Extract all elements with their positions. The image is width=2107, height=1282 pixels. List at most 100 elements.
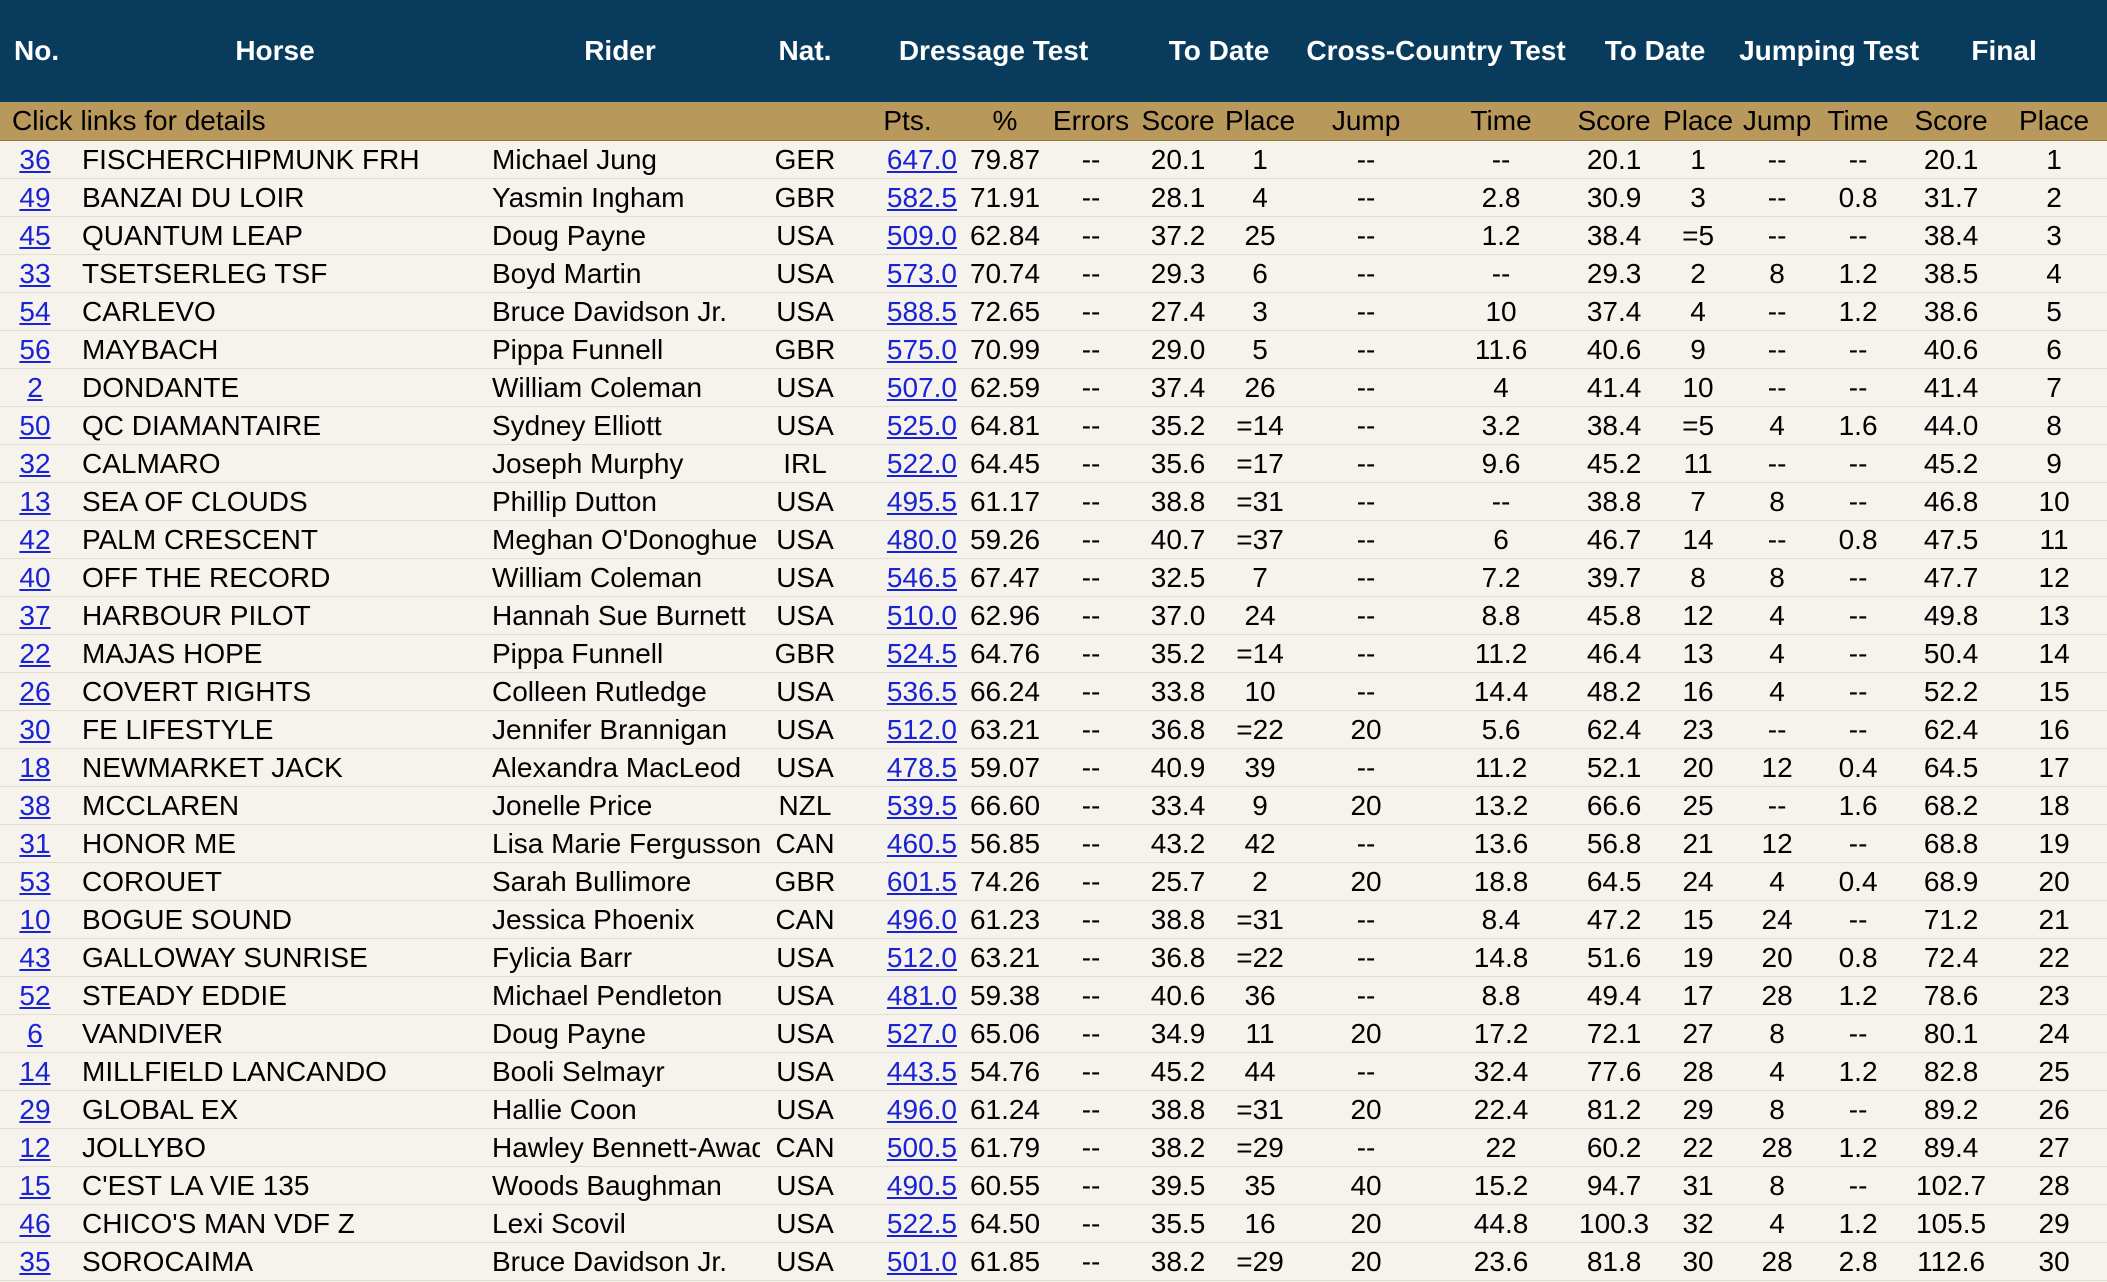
table-row: 22 MAJAS HOPE Pippa Funnell GBR 524.5 64.76 --…	[0, 634, 2107, 673]
entry-link[interactable]: 43	[19, 942, 50, 973]
entry-link[interactable]: 56	[19, 334, 50, 365]
entry-link[interactable]: 22	[19, 638, 50, 669]
todate-score-1-cell: 37.4	[1137, 368, 1220, 407]
entry-link[interactable]: 6	[27, 1018, 43, 1049]
dressage-pts-link[interactable]: 507.0	[887, 372, 957, 403]
entry-link[interactable]: 46	[19, 1208, 50, 1239]
dressage-pts-link[interactable]: 527.0	[887, 1018, 957, 1049]
dressage-pts-link[interactable]: 522.0	[887, 448, 957, 479]
dressage-pts-link[interactable]: 582.5	[887, 182, 957, 213]
todate-score-2-cell: 100.3	[1571, 1204, 1658, 1243]
errors-cell: --	[1045, 862, 1138, 901]
entry-link[interactable]: 29	[19, 1094, 50, 1125]
entry-link[interactable]: 53	[19, 866, 50, 897]
todate-score-2-cell: 47.2	[1571, 900, 1658, 939]
entry-link[interactable]: 38	[19, 790, 50, 821]
dressage-pts-link[interactable]: 501.0	[887, 1246, 957, 1277]
xc-jump-cell: --	[1301, 672, 1432, 711]
entry-no-cell: 50	[0, 406, 70, 445]
nationality-cell: USA	[760, 710, 850, 749]
dressage-pts-link[interactable]: 536.5	[887, 676, 957, 707]
todate-place-1-cell: 24	[1219, 596, 1302, 635]
todate-score-2-cell: 52.1	[1571, 748, 1658, 787]
todate-place-2-cell: 22	[1657, 1128, 1740, 1167]
dressage-pts-link[interactable]: 480.0	[887, 524, 957, 555]
todate-place-2-cell: 4	[1657, 292, 1740, 331]
entry-link[interactable]: 12	[19, 1132, 50, 1163]
jumping-time-cell: 0.8	[1815, 520, 1902, 559]
todate-score-1-cell: 25.7	[1137, 862, 1220, 901]
todate-score-1-cell: 43.2	[1137, 824, 1220, 863]
entry-link[interactable]: 36	[19, 144, 50, 175]
rider-name-cell: Hallie Coon	[480, 1090, 760, 1129]
rider-name-cell: Michael Pendleton	[480, 976, 760, 1015]
dressage-pts-link[interactable]: 539.5	[887, 790, 957, 821]
entry-link[interactable]: 50	[19, 410, 50, 441]
todate-place-1-cell: 1	[1219, 140, 1302, 179]
dressage-pts-link[interactable]: 490.5	[887, 1170, 957, 1201]
todate-score-2-cell: 37.4	[1571, 292, 1658, 331]
entry-link[interactable]: 26	[19, 676, 50, 707]
entry-link[interactable]: 30	[19, 714, 50, 745]
entry-link[interactable]: 37	[19, 600, 50, 631]
dressage-pts-link[interactable]: 522.5	[887, 1208, 957, 1239]
entry-link[interactable]: 42	[19, 524, 50, 555]
dressage-pts-link[interactable]: 647.0	[887, 144, 957, 175]
todate-place-1-cell: 11	[1219, 1014, 1302, 1053]
dressage-pts-link[interactable]: 496.0	[887, 904, 957, 935]
entry-no-cell: 42	[0, 520, 70, 559]
entry-link[interactable]: 32	[19, 448, 50, 479]
todate-score-1-cell: 20.1	[1137, 140, 1220, 179]
dressage-pts-link[interactable]: 460.5	[887, 828, 957, 859]
entry-link[interactable]: 49	[19, 182, 50, 213]
entry-link[interactable]: 35	[19, 1246, 50, 1277]
entry-link[interactable]: 54	[19, 296, 50, 327]
dressage-pts-link[interactable]: 510.0	[887, 600, 957, 631]
dressage-pts-link[interactable]: 588.5	[887, 296, 957, 327]
dressage-pts-link[interactable]: 478.5	[887, 752, 957, 783]
entry-link[interactable]: 18	[19, 752, 50, 783]
dressage-pts-link[interactable]: 601.5	[887, 866, 957, 897]
errors-cell: --	[1045, 140, 1138, 179]
dressage-pts-link[interactable]: 496.0	[887, 1094, 957, 1125]
dressage-pts-link[interactable]: 575.0	[887, 334, 957, 365]
entry-link[interactable]: 52	[19, 980, 50, 1011]
dressage-pts-link[interactable]: 512.0	[887, 714, 957, 745]
entry-link[interactable]: 2	[27, 372, 43, 403]
dressage-pts-link[interactable]: 525.0	[887, 410, 957, 441]
entry-link[interactable]: 15	[19, 1170, 50, 1201]
jumping-jump-cell: --	[1739, 520, 1816, 559]
xc-time-cell: 11.2	[1431, 634, 1572, 673]
jumping-jump-cell: 4	[1739, 672, 1816, 711]
jumping-time-cell: --	[1815, 1166, 1902, 1205]
entry-link[interactable]: 13	[19, 486, 50, 517]
entry-link[interactable]: 40	[19, 562, 50, 593]
entry-link[interactable]: 45	[19, 220, 50, 251]
dressage-pts-link[interactable]: 573.0	[887, 258, 957, 289]
todate-score-1-cell: 40.7	[1137, 520, 1220, 559]
xc-jump-cell: --	[1301, 976, 1432, 1015]
dressage-pts-link[interactable]: 512.0	[887, 942, 957, 973]
dressage-pts-link[interactable]: 500.5	[887, 1132, 957, 1163]
final-place-cell: 20	[2001, 862, 2107, 901]
dressage-pts-link[interactable]: 443.5	[887, 1056, 957, 1087]
dressage-pts-cell: 512.0	[850, 710, 965, 749]
entry-no-cell: 30	[0, 710, 70, 749]
entry-link[interactable]: 10	[19, 904, 50, 935]
rider-name-cell: Pippa Funnell	[480, 330, 760, 369]
final-place-cell: 7	[2001, 368, 2107, 407]
final-score-cell: 68.9	[1901, 862, 2002, 901]
jumping-jump-cell: 28	[1739, 976, 1816, 1015]
jumping-jump-cell: 8	[1739, 1014, 1816, 1053]
entry-link[interactable]: 33	[19, 258, 50, 289]
dressage-pts-link[interactable]: 481.0	[887, 980, 957, 1011]
entry-link[interactable]: 14	[19, 1056, 50, 1087]
dressage-pts-link[interactable]: 495.5	[887, 486, 957, 517]
entry-link[interactable]: 31	[19, 828, 50, 859]
errors-cell: --	[1045, 1014, 1138, 1053]
dressage-pts-link[interactable]: 546.5	[887, 562, 957, 593]
dressage-pts-link[interactable]: 509.0	[887, 220, 957, 251]
dressage-pts-link[interactable]: 524.5	[887, 638, 957, 669]
final-place-cell: 28	[2001, 1166, 2107, 1205]
table-row: 43 GALLOWAY SUNRISE Fylicia Barr USA 512.0 63…	[0, 938, 2107, 977]
